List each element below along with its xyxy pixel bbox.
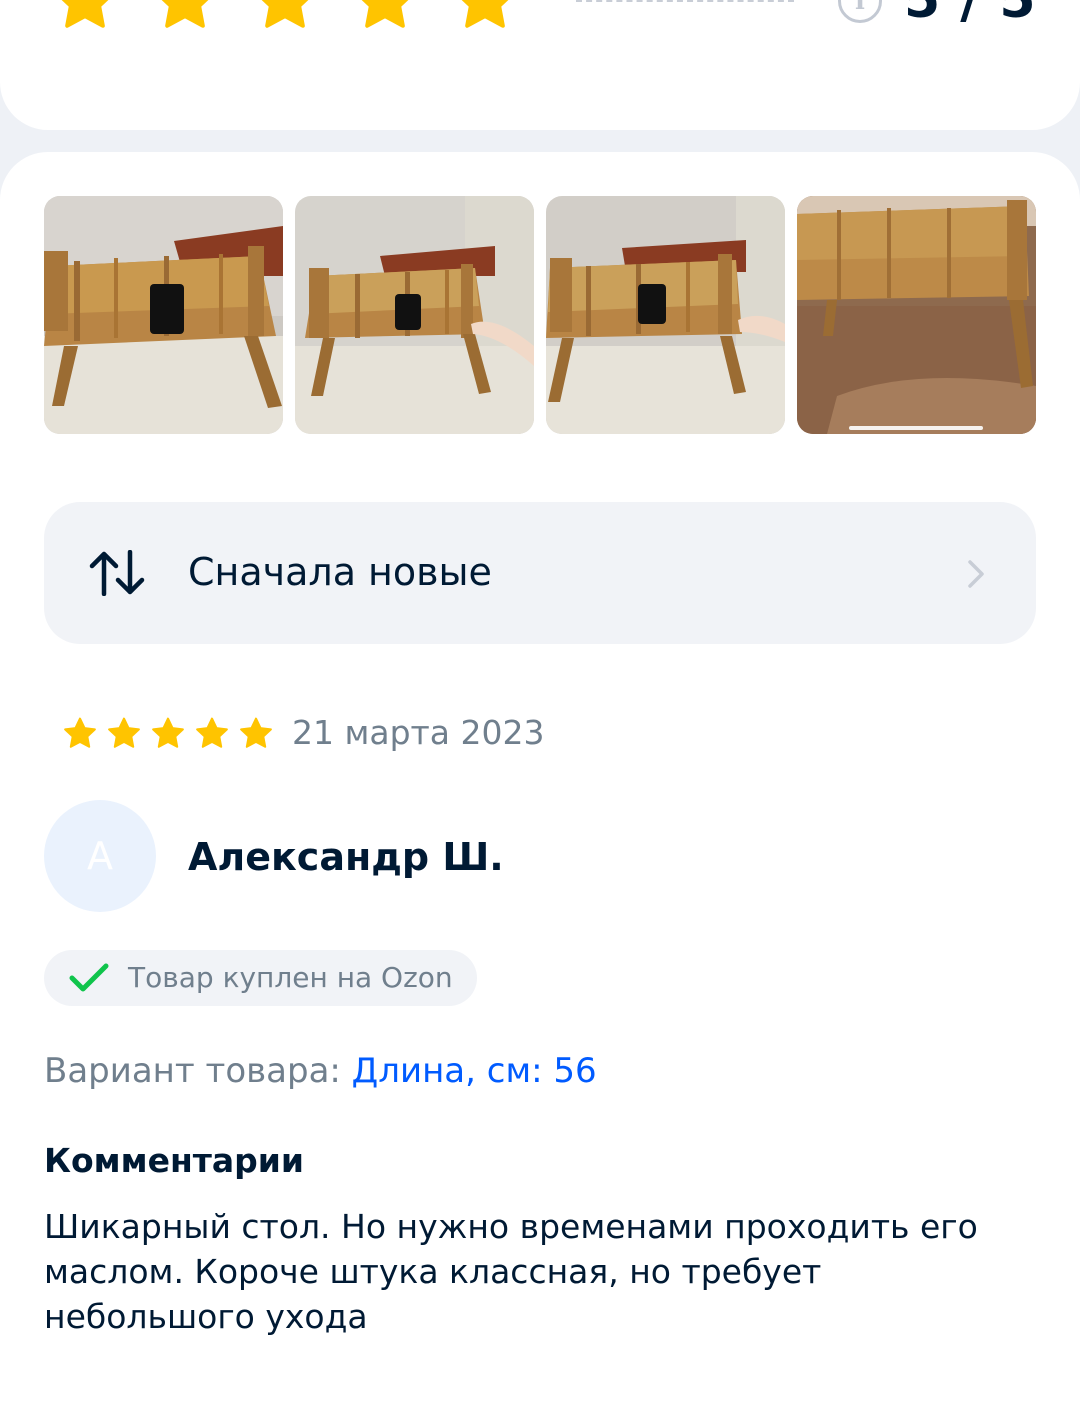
tray-photo-image	[546, 196, 785, 434]
comment-text: Шикарный стол. Но нужно временами проход…	[44, 1207, 978, 1336]
rating-stars-large	[50, 0, 520, 34]
gallery-scroll-indicator	[849, 426, 983, 430]
sort-button[interactable]: Сначала новые	[44, 502, 1036, 644]
star-icon	[240, 717, 272, 748]
review-photo[interactable]	[295, 196, 534, 434]
sort-label: Сначала новые	[188, 550, 492, 594]
product-variant: Вариант товара: Длина, см: 56	[44, 1048, 597, 1094]
variant-label: Вариант товара:	[44, 1051, 341, 1091]
tray-photo-image	[295, 196, 534, 434]
verified-purchase-badge: Товар куплен на Ozon	[44, 950, 477, 1006]
star-icon	[261, 0, 309, 28]
comments-title: Комментарии	[44, 1141, 305, 1180]
star-icon	[64, 717, 96, 748]
tray-photo-image	[797, 196, 1036, 434]
star-icon	[196, 717, 228, 748]
review-photo[interactable]	[44, 196, 283, 434]
verified-badge-label: Товар куплен на Ozon	[128, 961, 453, 994]
info-icon[interactable]: i	[838, 0, 882, 23]
avatar[interactable]: А	[44, 800, 156, 912]
star-icon	[108, 717, 140, 748]
star-icon	[152, 717, 184, 748]
photo-gallery[interactable]	[44, 196, 1036, 434]
dashed-divider	[576, 0, 794, 2]
checkmark-icon	[69, 963, 109, 992]
star-icon	[461, 0, 509, 28]
variant-value-link[interactable]: Длина, см: 56	[341, 1051, 597, 1091]
review-card: Сначала новые 21 марта 2023 А Александр …	[0, 152, 1080, 1412]
star-icon	[61, 0, 109, 28]
review-date: 21 марта 2023	[292, 713, 545, 752]
sort-arrows-icon	[89, 550, 145, 596]
chevron-right-icon	[968, 560, 984, 588]
review-photo[interactable]	[797, 196, 1036, 434]
rating-summary-card: i 5 / 5	[0, 0, 1080, 130]
star-icon	[361, 0, 409, 28]
tray-photo-image	[44, 196, 283, 434]
review-rating-stars	[62, 716, 274, 751]
star-icon	[161, 0, 209, 28]
rating-score: 5 / 5	[904, 0, 1037, 30]
author-name[interactable]: Александр Ш.	[188, 832, 504, 882]
review-photo[interactable]	[546, 196, 785, 434]
